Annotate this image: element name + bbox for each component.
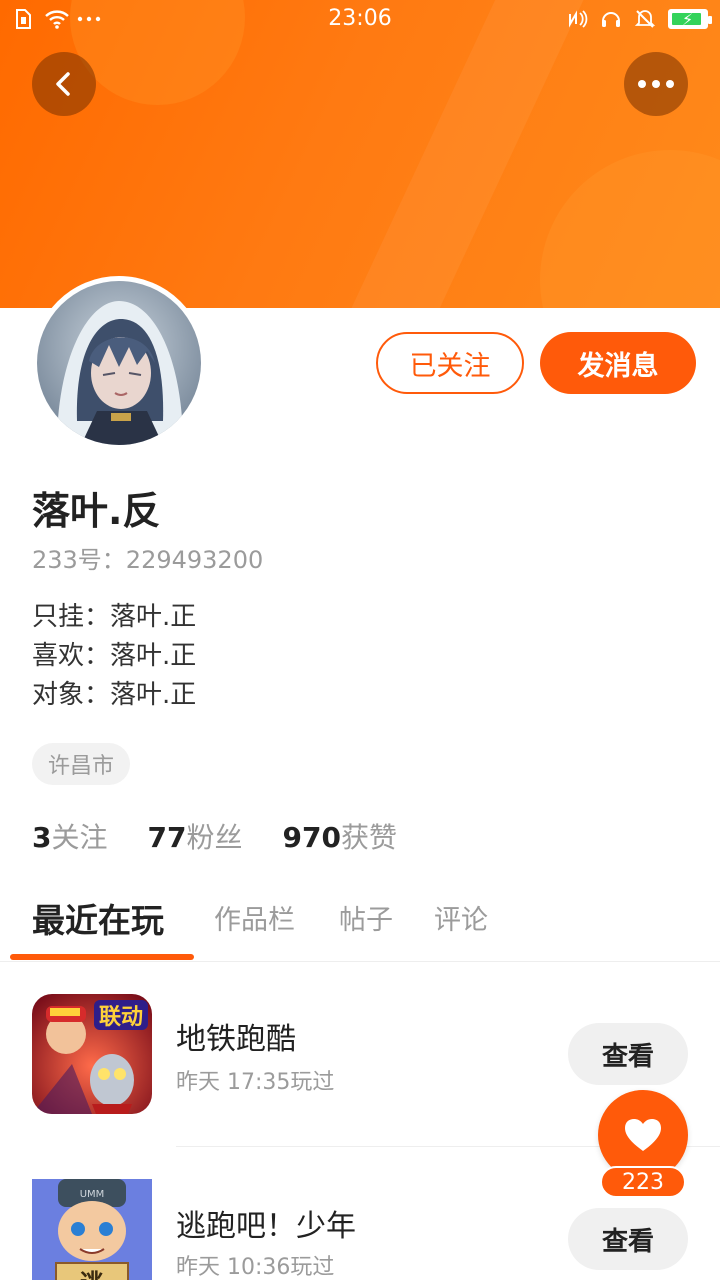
game-icon-subway-surfers[interactable]: 联动 bbox=[32, 994, 152, 1114]
game-name: 地铁跑酷 bbox=[176, 1022, 296, 1057]
likes-stat: 970获赞 bbox=[282, 816, 396, 856]
user-id: 233号：229493200 bbox=[32, 546, 264, 574]
status-bar: 23:06 ⚡ bbox=[0, 0, 720, 40]
tab-recently-played[interactable]: 最近在玩 bbox=[32, 894, 164, 942]
username: 落叶.反 bbox=[32, 489, 161, 533]
followed-button[interactable]: 已关注 bbox=[376, 332, 524, 394]
game-last-played: 昨天 17:35玩过 bbox=[176, 1070, 335, 1095]
bio: 只挂：落叶.正 喜欢：落叶.正 对象：落叶.正 bbox=[32, 598, 196, 715]
more-horizontal-icon bbox=[638, 80, 674, 88]
following-count: 3 bbox=[32, 821, 52, 854]
mute-icon bbox=[634, 8, 656, 30]
following-stat[interactable]: 3关注 bbox=[32, 816, 108, 856]
send-message-button[interactable]: 发消息 bbox=[540, 332, 696, 394]
tab-posts[interactable]: 帖子 bbox=[339, 898, 393, 937]
fans-label: 粉丝 bbox=[186, 821, 243, 854]
view-game-button[interactable]: 查看 bbox=[568, 1023, 688, 1085]
profile-stats: 3关注 77粉丝 970获赞 bbox=[32, 816, 397, 856]
more-options-button[interactable] bbox=[624, 52, 688, 116]
following-label: 关注 bbox=[51, 821, 108, 854]
game-icon-badge: 逃 bbox=[80, 1269, 104, 1280]
view-game-button[interactable]: 查看 bbox=[568, 1208, 688, 1270]
fans-stat[interactable]: 77粉丝 bbox=[148, 816, 243, 856]
location-tag: 许昌市 bbox=[32, 743, 131, 785]
likes-count: 970 bbox=[282, 821, 341, 854]
headset-icon bbox=[600, 8, 622, 30]
profile-tabs: 最近在玩 作品栏 帖子 评论 bbox=[0, 890, 720, 962]
profile-banner bbox=[0, 0, 720, 308]
bio-line: 只挂：落叶.正 bbox=[32, 602, 197, 632]
bio-line: 喜欢：落叶.正 bbox=[32, 641, 197, 671]
heart-icon bbox=[625, 1119, 661, 1151]
game-name: 逃跑吧！少年 bbox=[176, 1209, 356, 1244]
likes-label: 获赞 bbox=[340, 821, 397, 854]
fans-count: 77 bbox=[147, 821, 187, 854]
battery-icon: ⚡ bbox=[668, 9, 712, 29]
nfc-icon bbox=[566, 8, 588, 30]
game-last-played: 昨天 10:36玩过 bbox=[176, 1255, 335, 1280]
profile-page: 23:06 ⚡ 已关注 发消息 落叶.反 233号：229493200 只挂：落… bbox=[0, 0, 720, 1280]
back-button[interactable] bbox=[32, 52, 96, 116]
like-count: 223 bbox=[600, 1166, 686, 1198]
avatar[interactable] bbox=[32, 276, 206, 450]
tab-works[interactable]: 作品栏 bbox=[214, 898, 295, 937]
active-tab-indicator bbox=[10, 954, 194, 960]
svg-text:UMM: UMM bbox=[80, 1189, 105, 1200]
game-icon-badge: 联动 bbox=[99, 1005, 143, 1030]
bio-line: 对象：落叶.正 bbox=[32, 680, 197, 710]
tab-comments[interactable]: 评论 bbox=[434, 898, 488, 937]
game-icon-escape-boy[interactable]: UMM 逃 bbox=[32, 1179, 152, 1280]
chevron-left-icon bbox=[56, 72, 70, 96]
